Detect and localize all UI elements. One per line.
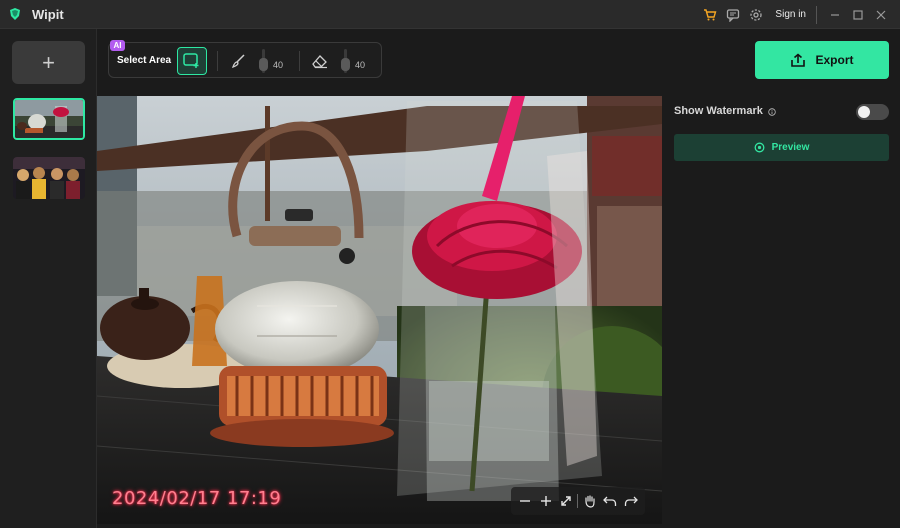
- maximize-icon[interactable]: [847, 4, 869, 26]
- minimize-icon[interactable]: [824, 4, 846, 26]
- undo-icon[interactable]: [601, 492, 619, 510]
- brush-size-value: 40: [273, 60, 284, 70]
- zoom-out-icon[interactable]: [516, 492, 534, 510]
- settings-panel: Show Watermark Preview: [662, 96, 900, 528]
- app-title: Wipit: [32, 6, 64, 22]
- controls-divider: [577, 494, 579, 508]
- eraser-size-thumb[interactable]: [341, 58, 350, 71]
- preview-icon: [754, 142, 765, 153]
- ai-badge: AI: [110, 40, 125, 51]
- title-bar-actions: Sign in: [698, 0, 892, 29]
- thumbnail-graduation-image: [13, 157, 85, 199]
- image-canvas[interactable]: [97, 96, 662, 524]
- eraser-size-value: 40: [355, 60, 366, 70]
- toolbar-divider: [217, 51, 218, 71]
- photo-timestamp: 2024/02/17 17:19: [112, 488, 282, 509]
- fit-screen-icon[interactable]: [557, 492, 575, 510]
- canvas-controls: [511, 487, 645, 515]
- redo-icon[interactable]: [622, 492, 640, 510]
- info-icon[interactable]: [768, 103, 776, 121]
- brush-size-slider[interactable]: [259, 49, 268, 73]
- eraser-size-slider[interactable]: [341, 49, 350, 73]
- thumbnail-teapot-rose[interactable]: [13, 98, 85, 140]
- close-icon[interactable]: [870, 4, 892, 26]
- preview-label: Preview: [771, 142, 810, 153]
- zoom-in-icon[interactable]: [537, 492, 555, 510]
- thumbnail-teapot-image: [15, 100, 83, 138]
- title-bar: Wipit Sign in: [0, 0, 900, 29]
- preview-button[interactable]: Preview: [674, 134, 889, 161]
- export-icon: [791, 52, 806, 67]
- brush-icon[interactable]: [228, 51, 248, 71]
- watermark-toggle[interactable]: [856, 104, 889, 120]
- thumbnail-sidebar: +: [0, 29, 97, 528]
- add-image-button[interactable]: +: [12, 41, 85, 84]
- toolbar-divider: [299, 51, 300, 71]
- select-area-icon: [183, 53, 199, 68]
- add-label: +: [42, 49, 55, 75]
- cart-icon[interactable]: [699, 4, 721, 26]
- export-button[interactable]: Export: [755, 41, 889, 79]
- show-watermark-label: Show Watermark: [674, 105, 763, 117]
- brush-size-thumb[interactable]: [259, 58, 268, 71]
- eraser-icon[interactable]: [310, 51, 330, 71]
- wipit-logo-icon: [8, 7, 22, 21]
- app-window: Wipit Sign in + AI Select Area 40 40 Exp…: [0, 0, 900, 528]
- edit-toolbar: AI Select Area 40 40: [108, 40, 382, 78]
- thumbnail-graduation[interactable]: [13, 157, 85, 199]
- feedback-icon[interactable]: [722, 4, 744, 26]
- title-divider: [816, 5, 817, 24]
- watermark-toggle-knob: [858, 106, 870, 118]
- select-area-button[interactable]: [177, 47, 207, 75]
- teapot-rose-photo: [97, 96, 662, 524]
- pan-hand-icon[interactable]: [581, 492, 599, 510]
- export-label: Export: [815, 53, 854, 67]
- sign-in-link[interactable]: Sign in: [775, 9, 806, 20]
- settings-icon[interactable]: [745, 4, 767, 26]
- select-area-label[interactable]: Select Area: [117, 55, 171, 66]
